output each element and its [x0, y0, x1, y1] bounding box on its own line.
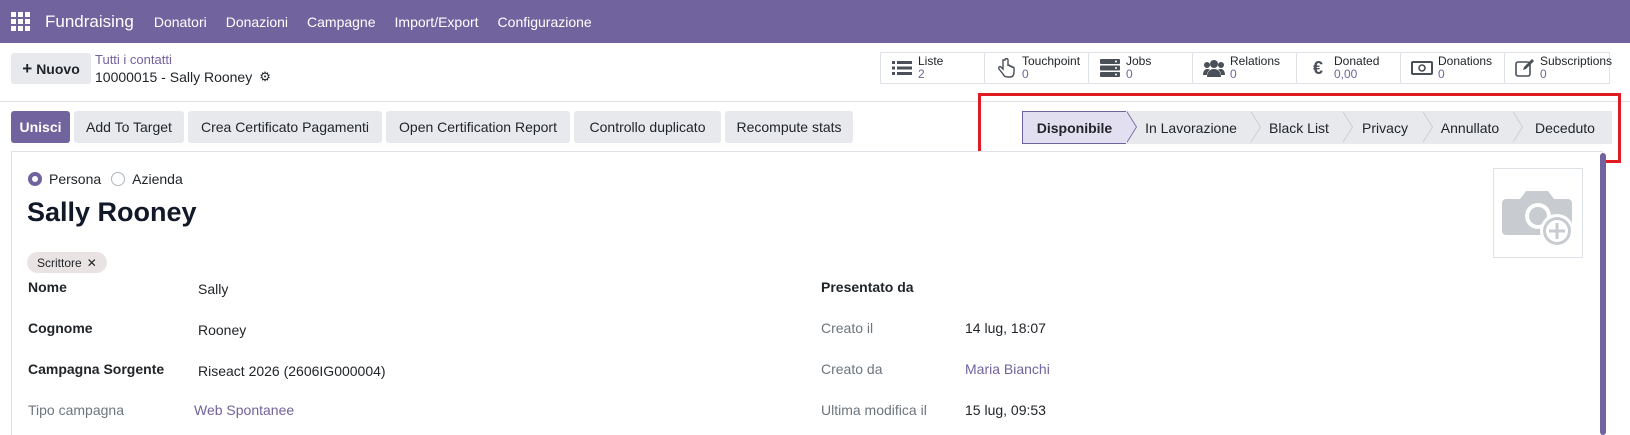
smart-label: Touchpoint: [1022, 54, 1081, 68]
smart-button-liste[interactable]: Liste 2: [881, 53, 985, 83]
smart-value: 0: [1022, 67, 1029, 81]
list-icon: [891, 58, 913, 78]
recompute-stats-button[interactable]: Recompute stats: [725, 111, 853, 143]
smart-label: Relations: [1230, 54, 1281, 68]
field-label-cognome: Cognome: [28, 320, 93, 336]
hand-pointer-icon: [995, 58, 1017, 78]
camera-plus-icon: [1502, 191, 1574, 248]
smart-value: 0,00: [1334, 67, 1358, 81]
smart-button-donated[interactable]: € Donated 0,00: [1297, 53, 1401, 83]
smart-value: 2: [918, 67, 925, 81]
tag-badge: Scrittore ✕: [27, 252, 107, 273]
tag-label: Scrittore: [37, 255, 82, 270]
scrollbar[interactable]: [1600, 153, 1606, 435]
merge-button[interactable]: Unisci: [11, 111, 70, 143]
stage-disponibile[interactable]: Disponibile: [1022, 111, 1137, 144]
avatar-upload[interactable]: [1493, 168, 1583, 258]
contact-name[interactable]: Sally Rooney: [27, 197, 197, 228]
smart-value: 0: [1540, 67, 1547, 81]
field-label-campagna-sorgente: Campagna Sorgente: [28, 361, 165, 377]
radio-company-label[interactable]: Azienda: [132, 171, 183, 187]
field-label-nome: Nome: [28, 279, 67, 295]
contact-type-radio: Persona Azienda: [28, 171, 193, 187]
field-label-creato-da: Creato da: [821, 361, 883, 377]
plus-icon: +: [22, 58, 33, 78]
duplicate-check-button[interactable]: Controllo duplicato: [574, 111, 721, 143]
stage-in-lavorazione[interactable]: In Lavorazione: [1126, 111, 1261, 144]
smart-button-jobs[interactable]: Jobs 0: [1089, 53, 1193, 83]
form-sheet: [11, 151, 1603, 435]
money-icon: [1411, 58, 1433, 78]
smart-value: 0: [1230, 67, 1237, 81]
stage-privacy[interactable]: Privacy: [1342, 111, 1433, 144]
smart-label: Subscriptions: [1540, 54, 1613, 68]
gear-icon[interactable]: ⚙: [259, 69, 271, 85]
field-label-creato-il: Creato il: [821, 320, 874, 336]
users-icon: [1203, 58, 1225, 78]
close-icon[interactable]: ✕: [87, 256, 97, 270]
radio-company[interactable]: [111, 172, 126, 186]
smart-button-subscriptions[interactable]: Subscriptions 0: [1505, 53, 1613, 83]
field-label-ultima-modifica: Ultima modifica il: [821, 402, 927, 418]
field-value-creato-da[interactable]: Maria Bianchi: [965, 361, 1050, 377]
top-navbar: Fundraising Donatori Donazioni Campagne …: [0, 0, 1630, 43]
menu-import-export[interactable]: Import/Export: [395, 14, 479, 30]
stage-annullato[interactable]: Annullato: [1422, 111, 1523, 144]
menu-donatori[interactable]: Donatori: [154, 14, 207, 30]
edit-icon: [1515, 58, 1535, 78]
new-button-label: Nuovo: [36, 60, 80, 77]
smart-value: 0: [1126, 67, 1133, 81]
smart-button-touchpoint[interactable]: Touchpoint 0: [985, 53, 1089, 83]
create-certificate-button[interactable]: Crea Certificato Pagamenti: [188, 111, 382, 143]
field-value-cognome[interactable]: Rooney: [198, 322, 246, 338]
breadcrumb-parent[interactable]: Tutti i contatti: [95, 52, 172, 67]
smart-button-donations[interactable]: Donations 0: [1401, 53, 1505, 83]
smart-button-relations[interactable]: Relations 0: [1193, 53, 1297, 83]
stage-deceduto[interactable]: Deceduto: [1512, 111, 1612, 144]
new-button[interactable]: + Nuovo: [11, 53, 91, 84]
menu-campagne[interactable]: Campagne: [307, 14, 376, 30]
radio-person[interactable]: [28, 172, 42, 186]
stage-black-list[interactable]: Black List: [1250, 111, 1353, 144]
control-panel: + Nuovo Tutti i contatti 10000015 - Sall…: [0, 43, 1630, 102]
field-value-campagna-sorgente[interactable]: Riseact 2026 (2606IG000004): [198, 363, 386, 379]
stage-pipeline: Disponibile In Lavorazione Black List Pr…: [1022, 111, 1612, 144]
breadcrumb-current: 10000015 - Sally Rooney ⚙: [95, 69, 271, 85]
field-value-ultima-modifica: 15 lug, 09:53: [965, 402, 1046, 418]
field-value-tipo-campagna[interactable]: Web Spontanee: [194, 402, 294, 418]
status-bar: Unisci Add To Target Crea Certificato Pa…: [0, 102, 1630, 151]
server-icon: [1099, 58, 1121, 78]
radio-person-label[interactable]: Persona: [49, 171, 101, 187]
euro-icon: €: [1312, 57, 1323, 78]
smart-buttons: Liste 2 Touchpoint 0 Jobs 0 Relations 0 € Do…: [880, 52, 1613, 84]
field-value-creato-il: 14 lug, 18:07: [965, 320, 1046, 336]
menu-donazioni[interactable]: Donazioni: [226, 14, 288, 30]
smart-label: Donations: [1438, 54, 1493, 68]
field-label-presentato-da: Presentato da: [821, 279, 914, 295]
open-certification-report-button[interactable]: Open Certification Report: [386, 111, 570, 143]
menu-configurazione[interactable]: Configurazione: [498, 14, 592, 30]
app-name[interactable]: Fundraising: [45, 12, 134, 32]
record-title: 10000015 - Sally Rooney: [95, 69, 253, 85]
field-value-nome[interactable]: Sally: [198, 281, 228, 297]
apps-grid-icon[interactable]: [11, 11, 31, 32]
smart-value: 0: [1438, 67, 1445, 81]
add-to-target-button[interactable]: Add To Target: [74, 111, 184, 143]
field-label-tipo-campagna: Tipo campagna: [28, 402, 124, 418]
